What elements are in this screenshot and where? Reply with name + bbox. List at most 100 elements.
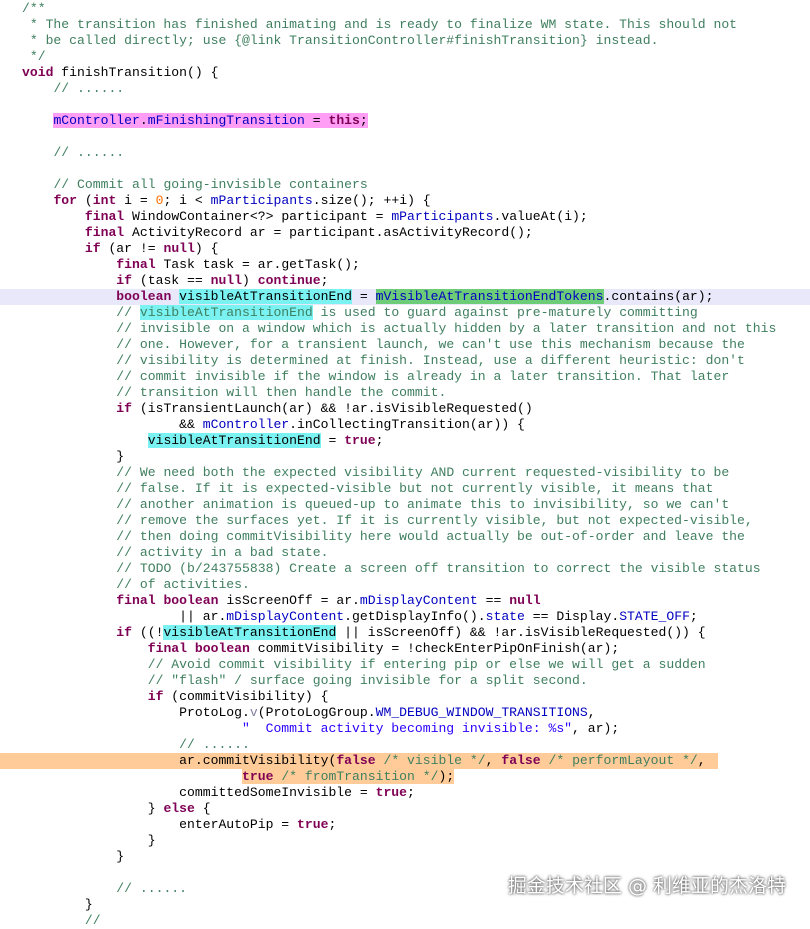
code-line[interactable]: */ — [0, 49, 810, 65]
code-line[interactable]: true /* fromTransition */); — [0, 769, 810, 785]
code-token: /* fromTransition */ — [281, 769, 439, 784]
code-line[interactable]: if (isTransientLaunch(ar) && !ar.isVisib… — [0, 401, 810, 417]
code-line[interactable]: if (task == null) continue; — [0, 273, 810, 289]
code-line[interactable]: // ...... — [0, 737, 810, 753]
code-token: ; i < — [163, 193, 211, 208]
code-token: final — [147, 641, 188, 656]
code-line[interactable]: final boolean isScreenOff = ar.mDisplayC… — [0, 593, 810, 609]
code-line[interactable]: enterAutoPip = true; — [0, 817, 810, 833]
code-token: v — [249, 705, 258, 720]
code-token: mDisplayContent — [226, 609, 345, 624]
code-line[interactable]: ar.commitVisibility(false /* visible */,… — [0, 753, 810, 769]
code-line[interactable]: final Task task = ar.getTask(); — [0, 257, 810, 273]
code-token: * The transition has finished animating … — [22, 17, 738, 32]
code-line[interactable]: // false. If it is expected-visible but … — [0, 481, 810, 497]
code-token: /* performLayout */ — [548, 753, 698, 768]
code-token: finishTransition() { — [53, 65, 219, 80]
code-line[interactable]: void finishTransition() { — [0, 65, 810, 81]
code-token: committedSomeInvisible = — [22, 785, 376, 800]
code-line[interactable]: if ((!visibleAtTransitionEnd || isScreen… — [0, 625, 810, 641]
code-token: // transition will then handle the commi… — [116, 385, 447, 400]
code-token: , — [697, 753, 706, 768]
code-line[interactable]: committedSomeInvisible = true; — [0, 785, 810, 801]
code-line[interactable]: // then doing commitVisibility here woul… — [0, 529, 810, 545]
code-line[interactable]: // Avoid commit visibility if entering p… — [0, 657, 810, 673]
code-line[interactable]: * be called directly; use {@link Transit… — [0, 33, 810, 49]
code-line[interactable]: // transition will then handle the commi… — [0, 385, 810, 401]
code-token: == — [477, 593, 510, 608]
code-line[interactable]: && mController.inCollectingTransition(ar… — [0, 417, 810, 433]
code-token: mController — [202, 417, 290, 432]
code-token: // ...... — [116, 881, 188, 896]
code-line[interactable]: // — [0, 913, 810, 929]
code-token: null — [210, 273, 243, 288]
code-line[interactable]: } — [0, 897, 810, 913]
code-line[interactable]: // of activities. — [0, 577, 810, 593]
code-token: , ar); — [572, 721, 620, 736]
code-line[interactable]: ProtoLog.v(ProtoLogGroup.WM_DEBUG_WINDOW… — [0, 705, 810, 721]
code-token: null — [509, 593, 541, 608]
code-line[interactable]: " Commit activity becoming invisible: %s… — [0, 721, 810, 737]
code-line[interactable]: } else { — [0, 801, 810, 817]
code-line[interactable]: for (int i = 0; i < mParticipants.size()… — [0, 193, 810, 209]
code-line[interactable] — [0, 97, 810, 113]
watermark: 掘金技术社区 @ 利维亚的杰洛特 — [507, 875, 786, 897]
code-line[interactable] — [0, 129, 810, 145]
code-line[interactable]: final WindowContainer<?> participant = m… — [0, 209, 810, 225]
code-line[interactable]: /** — [0, 1, 810, 17]
code-line[interactable]: // one. However, for a transient launch,… — [0, 337, 810, 353]
code-line[interactable]: // "flash" / surface going invisible for… — [0, 673, 810, 689]
code-editor[interactable]: /** * The transition has finished animat… — [0, 0, 810, 928]
code-line[interactable]: // commit invisible if the window is alr… — [0, 369, 810, 385]
code-line[interactable]: // invisible on a window which is actual… — [0, 321, 810, 337]
code-token: continue — [257, 273, 321, 288]
code-token: if — [116, 625, 133, 640]
code-line[interactable]: // another animation is queued-up to ani… — [0, 497, 810, 513]
code-token: final — [84, 209, 125, 224]
code-line[interactable]: boolean visibleAtTransitionEnd = mVisibl… — [0, 289, 810, 305]
code-line[interactable]: if (ar != null) { — [0, 241, 810, 257]
code-token: final — [116, 593, 156, 608]
code-line[interactable]: // TODO (b/243755838) Create a screen of… — [0, 561, 810, 577]
code-line[interactable]: // activity in a bad state. — [0, 545, 810, 561]
code-line[interactable]: * The transition has finished animating … — [0, 17, 810, 33]
code-token: // Avoid commit visibility if entering p… — [147, 657, 706, 672]
code-token: else — [163, 801, 195, 816]
code-token: isScreenOff = ar. — [218, 593, 360, 608]
code-token: ((! — [132, 625, 164, 640]
code-line[interactable]: visibleAtTransitionEnd = true; — [0, 433, 810, 449]
code-line[interactable]: // visibility is determined at finish. I… — [0, 353, 810, 369]
code-line[interactable]: // Commit all going-invisible containers — [0, 177, 810, 193]
code-line[interactable]: } — [0, 833, 810, 849]
code-token: ; — [320, 273, 329, 288]
code-line[interactable]: // ...... — [0, 145, 810, 161]
code-line[interactable]: if (commitVisibility) { — [0, 689, 810, 705]
code-line[interactable]: mController.mFinishingTransition = this; — [0, 113, 810, 129]
code-token: boolean — [194, 641, 250, 656]
code-line[interactable]: final boolean commitVisibility = !checkE… — [0, 641, 810, 657]
code-token: .contains(ar); — [603, 289, 714, 304]
code-line[interactable]: } — [0, 449, 810, 465]
code-line[interactable]: final ActivityRecord ar = participant.as… — [0, 225, 810, 241]
code-line[interactable] — [0, 161, 810, 177]
code-token: // activity in a bad state. — [116, 545, 329, 560]
code-line[interactable]: || ar.mDisplayContent.getDisplayInfo().s… — [0, 609, 810, 625]
code-token: true — [344, 433, 376, 448]
code-line[interactable]: // visibleAtTransitionEnd is used to gua… — [0, 305, 810, 321]
code-token: /** — [22, 1, 46, 16]
code-line[interactable]: } — [0, 849, 810, 865]
code-line[interactable]: // We need both the expected visibility … — [0, 465, 810, 481]
code-line[interactable]: // ...... — [0, 81, 810, 97]
code-line[interactable]: // remove the surfaces yet. If it is cur… — [0, 513, 810, 529]
